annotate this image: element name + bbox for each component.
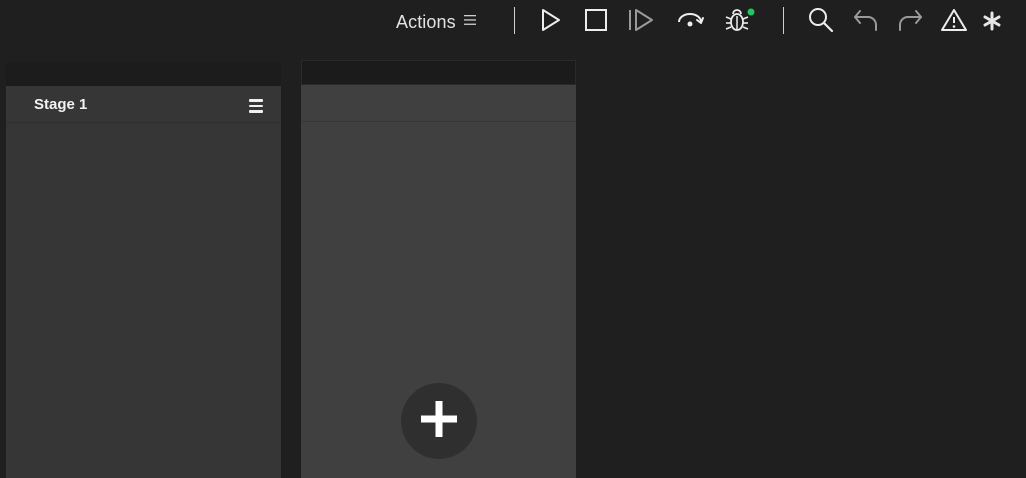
step-over-button[interactable] [675,5,705,35]
run-icon [537,7,563,33]
plus-icon [419,399,459,444]
new-stage-top-strip [301,60,576,85]
actions-label: Actions [396,11,456,32]
toolbar: Actions [0,0,1026,44]
stop-icon [583,7,609,33]
stage-title: Stage 1 [34,96,88,113]
new-stage-column [301,85,576,478]
menu-icon [249,99,263,102]
toolbar-divider [514,7,515,34]
menu-icon [463,13,477,31]
undo-icon [852,7,880,33]
stage-header: Stage 1 [6,86,281,123]
search-button[interactable] [806,5,836,35]
add-stage-button[interactable] [401,383,477,459]
stop-button[interactable] [581,5,611,35]
debug-icon [721,6,757,34]
redo-icon [896,7,924,33]
asterisk-icon [980,9,1004,33]
app-root: Actions Stage 1 [0,0,1026,478]
step-button[interactable] [626,5,656,35]
toolbar-divider [783,7,784,34]
stage-menu-button[interactable] [249,99,263,113]
warnings-button[interactable] [939,5,969,35]
search-icon [807,6,835,34]
settings-button[interactable] [977,6,1007,36]
step-icon [626,7,656,33]
debug-button[interactable] [721,5,757,35]
stage-top-strip [6,62,281,86]
redo-button[interactable] [895,5,925,35]
undo-button[interactable] [851,5,881,35]
debug-status-dot [747,8,755,16]
step-over-icon [675,7,705,33]
actions-menu-button[interactable]: Actions [396,10,477,34]
new-stage-header [301,85,576,122]
run-button[interactable] [535,5,565,35]
warning-icon [940,7,968,33]
stage-column: Stage 1 [6,86,281,478]
